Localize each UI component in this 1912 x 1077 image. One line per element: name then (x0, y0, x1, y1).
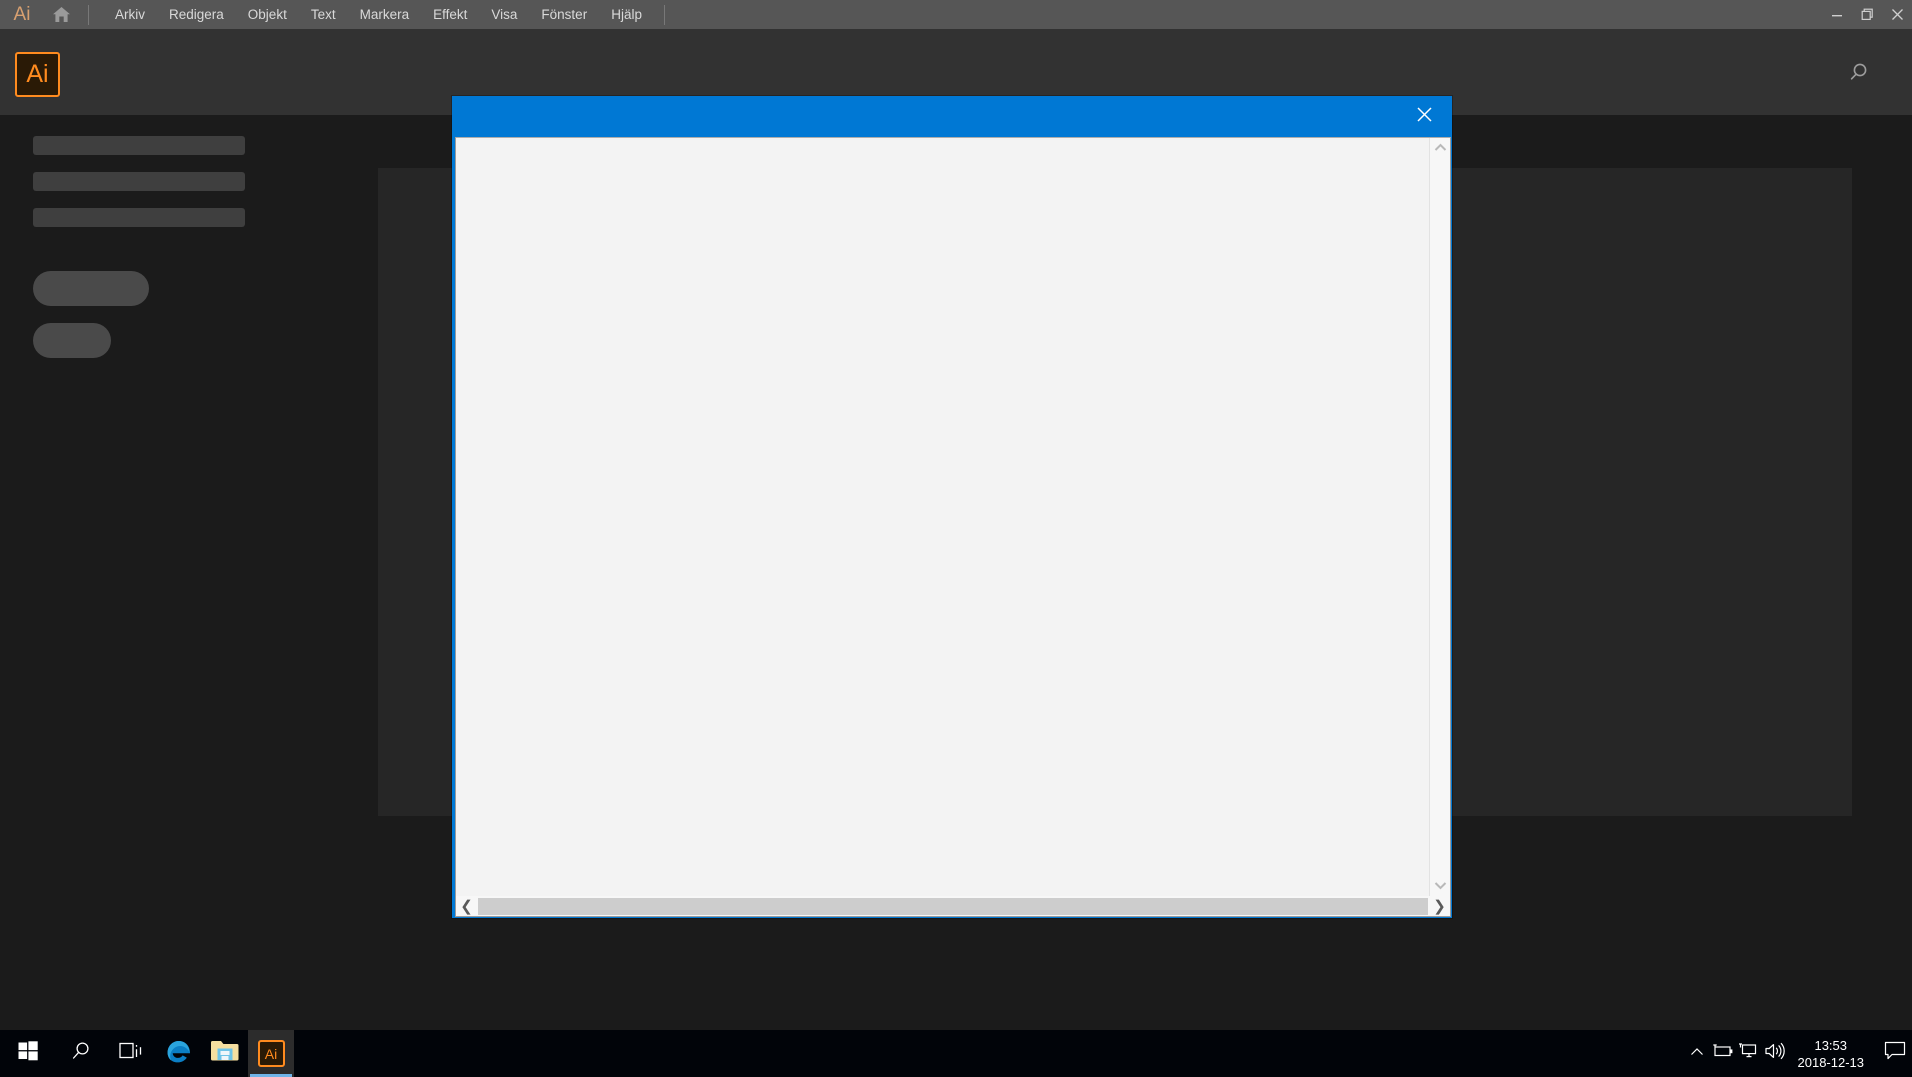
window-controls (1822, 0, 1912, 29)
home-icon (52, 6, 71, 23)
network-button[interactable] (1736, 1030, 1762, 1077)
edge-icon (164, 1036, 194, 1071)
dialog-vertical-scrollbar[interactable] (1429, 138, 1450, 896)
task-view-icon (119, 1041, 143, 1066)
clock-date: 2018-12-13 (1797, 1054, 1865, 1070)
sidebar-placeholder-1 (33, 136, 245, 155)
battery-icon (1711, 1043, 1735, 1064)
menu-item-effekt[interactable]: Effekt (421, 0, 479, 29)
network-icon (1738, 1042, 1760, 1065)
dialog-close-button[interactable] (1401, 98, 1447, 136)
scroll-up-button[interactable] (1430, 138, 1451, 158)
illustrator-icon: Ai (257, 1040, 285, 1067)
minimize-icon (1831, 9, 1843, 21)
taskbar-item-illustrator[interactable]: Ai (248, 1030, 294, 1077)
menu-item-arkiv[interactable]: Arkiv (103, 0, 157, 29)
search-icon (69, 1039, 93, 1068)
home-button[interactable] (44, 0, 78, 29)
menu-item-visa[interactable]: Visa (479, 0, 529, 29)
edge-button[interactable] (156, 1030, 202, 1077)
menu-end-separator (663, 4, 665, 25)
menu-item-redigera[interactable]: Redigera (157, 0, 236, 29)
close-icon (1891, 8, 1904, 21)
volume-icon (1763, 1042, 1787, 1065)
chevron-down-icon (1434, 877, 1447, 895)
restore-icon (1861, 8, 1874, 21)
chevron-up-icon (1434, 139, 1447, 157)
illustrator-wordmark: Ai (13, 4, 31, 25)
close-button[interactable] (1882, 0, 1912, 29)
taskbar-search-button[interactable] (56, 1030, 106, 1077)
clock[interactable]: 13:53 2018-12-13 (1788, 1030, 1879, 1077)
menu-item-markera[interactable]: Markera (348, 0, 422, 29)
modal-dialog: ❮ ❯ (452, 96, 1452, 918)
illustrator-logo: Ai (15, 52, 60, 97)
clock-time: 13:53 (1814, 1037, 1848, 1053)
system-tray: 13:53 2018-12-13 (1684, 1030, 1912, 1077)
chevron-up-icon (1689, 1045, 1705, 1063)
sidebar-placeholder-2 (33, 172, 245, 191)
taskbar: Ai 13:53 2018-12-13 (0, 1030, 1912, 1077)
menu-item-fonster[interactable]: Fönster (529, 0, 599, 29)
sidebar-button-placeholder-2[interactable] (33, 323, 111, 358)
dialog-body: ❮ ❯ (455, 137, 1451, 917)
close-icon (1416, 106, 1433, 128)
show-hidden-icons-button[interactable] (1684, 1030, 1710, 1077)
file-explorer-button[interactable] (202, 1030, 248, 1077)
app-title-bar: Ai Arkiv Redigera Objekt Text Markera Ef… (0, 0, 1912, 29)
home-search-button[interactable] (1836, 51, 1882, 97)
battery-button[interactable] (1710, 1030, 1736, 1077)
menu-item-hjalp[interactable]: Hjälp (599, 0, 654, 29)
sidebar-placeholder-3 (33, 208, 245, 227)
minimize-button[interactable] (1822, 0, 1852, 29)
horizontal-scroll-thumb[interactable] (478, 897, 1428, 915)
vertical-scroll-track[interactable] (1430, 158, 1451, 876)
dialog-title-bar[interactable] (453, 97, 1451, 137)
scroll-left-button[interactable]: ❮ (456, 896, 477, 916)
volume-button[interactable] (1762, 1030, 1788, 1077)
dialog-horizontal-scrollbar[interactable]: ❮ ❯ (456, 896, 1450, 916)
search-icon (1847, 60, 1871, 89)
restore-button[interactable] (1852, 0, 1882, 29)
menu-bar: Arkiv Redigera Objekt Text Markera Effek… (103, 0, 654, 29)
task-view-button[interactable] (106, 1030, 156, 1077)
scroll-down-button[interactable] (1430, 876, 1451, 896)
menu-item-objekt[interactable]: Objekt (236, 0, 299, 29)
toolbar-separator (88, 4, 89, 25)
speech-bubble-icon (1884, 1041, 1906, 1066)
windows-logo-icon (18, 1041, 38, 1066)
dialog-content-area (456, 138, 1429, 896)
folder-icon (210, 1038, 240, 1069)
start-button[interactable] (0, 1030, 56, 1077)
sidebar-button-placeholder-1[interactable] (33, 271, 149, 306)
desktop: Ai Arkiv Redigera Objekt Text Markera Ef… (0, 0, 1912, 1077)
action-center-button[interactable] (1878, 1030, 1912, 1077)
menu-item-text[interactable]: Text (299, 0, 348, 29)
scroll-right-button[interactable]: ❯ (1429, 896, 1450, 916)
